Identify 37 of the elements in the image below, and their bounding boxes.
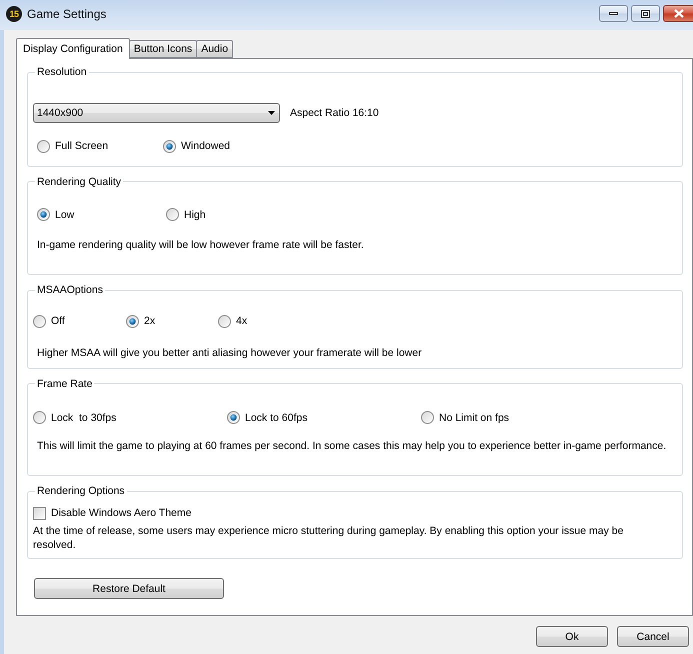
close-icon: [674, 9, 684, 18]
dialog-button[interactable]: Cancel: [617, 626, 689, 647]
description-text: At the time of release, some users may experience micro stuttering during gameplay. By enabling this option your issue may be resolved.: [33, 524, 624, 552]
description-text: Higher MSAA will give you better anti aliasing however your framerate will be lower: [37, 346, 423, 360]
window-title: Game Settings: [27, 7, 106, 21]
radio-option[interactable]: High: [166, 206, 206, 222]
description-text: This will limit the game to playing at 60 frames per second. In some cases this may help you to experience better in-game performance.: [37, 439, 668, 453]
radio-option[interactable]: Windowed: [163, 138, 230, 154]
app-logo: 15: [6, 6, 22, 22]
aspect-ratio-label: Aspect Ratio 16:10: [290, 107, 379, 119]
radio-option[interactable]: 4x: [218, 313, 248, 329]
group-title: Rendering Quality: [36, 174, 122, 188]
maximize-icon: [641, 10, 650, 18]
minimize-icon: [609, 12, 618, 15]
radio-option[interactable]: Lock to 30fps: [33, 410, 116, 426]
group-title: MSAAOptions: [36, 283, 104, 297]
description-text: In-game rendering quality will be low however frame rate will be faster.: [37, 238, 365, 252]
radio-option[interactable]: Low: [37, 206, 74, 222]
group-title: Rendering Options: [36, 484, 126, 498]
radio-option[interactable]: Full Screen: [37, 138, 108, 154]
group-title: Resolution: [36, 65, 88, 79]
radio-option[interactable]: No Limit on fps: [421, 410, 510, 426]
radio-option[interactable]: 2x: [126, 313, 156, 329]
minimize-button[interactable]: [599, 5, 628, 22]
radio-option[interactable]: Off: [33, 313, 65, 329]
restore-default-button[interactable]: Restore Default: [34, 578, 224, 599]
group-title: Frame Rate: [36, 376, 94, 390]
tab[interactable]: Display Configuration: [16, 38, 130, 59]
dialog-button[interactable]: Ok: [536, 626, 608, 647]
caret-down-icon: [268, 111, 275, 115]
radio-option[interactable]: Lock to 60fps: [227, 410, 308, 426]
checkbox-option[interactable]: Disable Windows Aero Theme: [33, 505, 192, 521]
maximize-button[interactable]: [631, 5, 660, 22]
tab[interactable]: Audio: [196, 40, 234, 58]
close-button[interactable]: [663, 5, 693, 22]
tab[interactable]: Button Icons: [128, 40, 198, 58]
resolution-dropdown[interactable]: 1440x900: [33, 103, 280, 123]
